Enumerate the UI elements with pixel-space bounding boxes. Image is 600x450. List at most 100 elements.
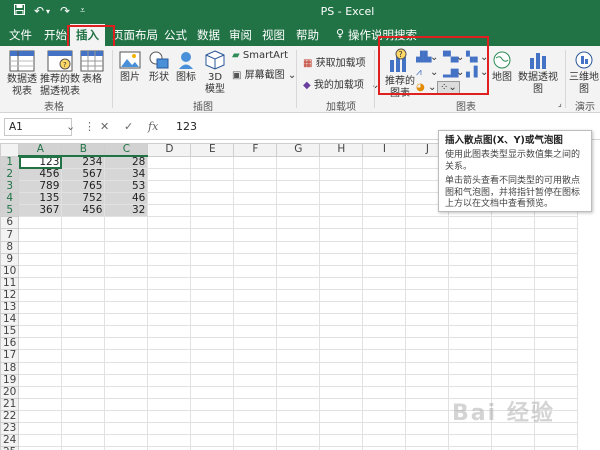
cell[interactable] [233, 385, 278, 399]
cell[interactable] [362, 337, 407, 351]
column-header[interactable]: E [190, 143, 235, 157]
cell[interactable] [534, 228, 579, 242]
cell[interactable] [362, 192, 407, 206]
row-header[interactable]: 17 [0, 349, 20, 363]
cell[interactable] [362, 434, 407, 448]
cell[interactable] [405, 264, 450, 278]
cell[interactable] [534, 313, 579, 327]
column-header[interactable]: F [233, 143, 278, 157]
cell[interactable] [405, 228, 450, 242]
cell[interactable] [190, 301, 235, 315]
row-header[interactable]: 25 [0, 446, 20, 450]
cell[interactable]: 34 [104, 167, 149, 182]
cell[interactable] [534, 301, 579, 315]
cell[interactable] [147, 167, 192, 182]
cell[interactable] [405, 349, 450, 363]
cell[interactable] [61, 216, 106, 230]
cell[interactable] [362, 180, 407, 194]
cell[interactable] [491, 446, 536, 450]
cell[interactable] [147, 349, 192, 363]
cell[interactable] [104, 288, 149, 303]
cell[interactable] [362, 373, 407, 387]
cell[interactable] [61, 264, 106, 278]
cell[interactable] [319, 397, 364, 411]
cell[interactable] [276, 313, 321, 327]
cell[interactable] [104, 337, 149, 351]
cell[interactable] [190, 361, 235, 375]
cell[interactable] [362, 325, 407, 339]
cell[interactable] [319, 434, 364, 448]
tab-home[interactable]: 开始 [44, 27, 67, 43]
cell[interactable] [18, 276, 63, 290]
pivot-table-button[interactable]: 数据透视表 [4, 50, 40, 98]
cell[interactable] [18, 337, 63, 351]
cell[interactable] [276, 349, 321, 363]
cell[interactable] [276, 167, 321, 182]
cell[interactable] [147, 240, 192, 254]
3d-map-button[interactable]: 三维地图 [568, 50, 600, 96]
cell[interactable] [534, 337, 579, 351]
cell[interactable] [319, 409, 364, 423]
cell[interactable] [190, 276, 235, 290]
cell[interactable] [61, 276, 106, 290]
cell[interactable] [233, 421, 278, 436]
cell[interactable] [491, 276, 536, 290]
cell[interactable] [405, 446, 450, 450]
cell[interactable] [448, 373, 493, 387]
cell[interactable] [190, 204, 235, 218]
cell[interactable] [319, 301, 364, 315]
3d-models-button[interactable]: 3D 模型 [202, 50, 228, 96]
row-header[interactable]: 11 [0, 276, 20, 290]
cell[interactable] [405, 421, 450, 436]
cell[interactable] [61, 313, 106, 327]
cell[interactable]: 456 [18, 167, 63, 182]
cell[interactable] [319, 373, 364, 387]
cell[interactable] [104, 385, 149, 399]
cell[interactable] [448, 216, 493, 230]
row-header[interactable]: 2 [0, 167, 20, 182]
cell[interactable] [190, 325, 235, 339]
row-header[interactable]: 21 [0, 397, 20, 411]
cell[interactable] [190, 409, 235, 423]
smartart-button[interactable]: ▰ SmartArt [232, 50, 288, 61]
cell[interactable] [190, 349, 235, 363]
cell[interactable] [147, 409, 192, 423]
cell[interactable] [190, 434, 235, 448]
icons-button[interactable]: 图标 [176, 50, 196, 84]
cell[interactable] [190, 155, 235, 169]
cell[interactable] [276, 216, 321, 230]
cell[interactable]: 752 [61, 192, 106, 206]
column-header[interactable]: I [362, 143, 407, 157]
cell[interactable] [276, 276, 321, 290]
cell[interactable] [448, 325, 493, 339]
cell[interactable] [405, 409, 450, 423]
cell[interactable] [276, 288, 321, 303]
column-header[interactable]: G [276, 143, 321, 157]
formula-input[interactable]: 123 [176, 120, 197, 133]
cell[interactable] [534, 252, 579, 266]
cell[interactable] [362, 313, 407, 327]
cell[interactable] [319, 288, 364, 303]
cell[interactable] [18, 373, 63, 387]
cell[interactable] [491, 337, 536, 351]
cell[interactable] [319, 180, 364, 194]
cell[interactable] [233, 192, 278, 206]
cell[interactable] [276, 192, 321, 206]
name-box[interactable]: A1 [4, 118, 72, 136]
cell[interactable] [362, 385, 407, 399]
row-header[interactable]: 15 [0, 325, 20, 339]
cell[interactable] [405, 337, 450, 351]
cell[interactable] [491, 264, 536, 278]
column-header[interactable]: H [319, 143, 364, 157]
cell[interactable] [448, 288, 493, 303]
cell[interactable] [448, 361, 493, 375]
cell[interactable] [233, 373, 278, 387]
pictures-button[interactable]: 图片 [118, 50, 142, 84]
cell[interactable] [448, 446, 493, 450]
cell[interactable] [147, 228, 192, 242]
cell[interactable] [448, 252, 493, 266]
cell[interactable] [362, 155, 407, 169]
cell[interactable] [61, 325, 106, 339]
cell[interactable] [147, 264, 192, 278]
cell[interactable] [18, 446, 63, 450]
